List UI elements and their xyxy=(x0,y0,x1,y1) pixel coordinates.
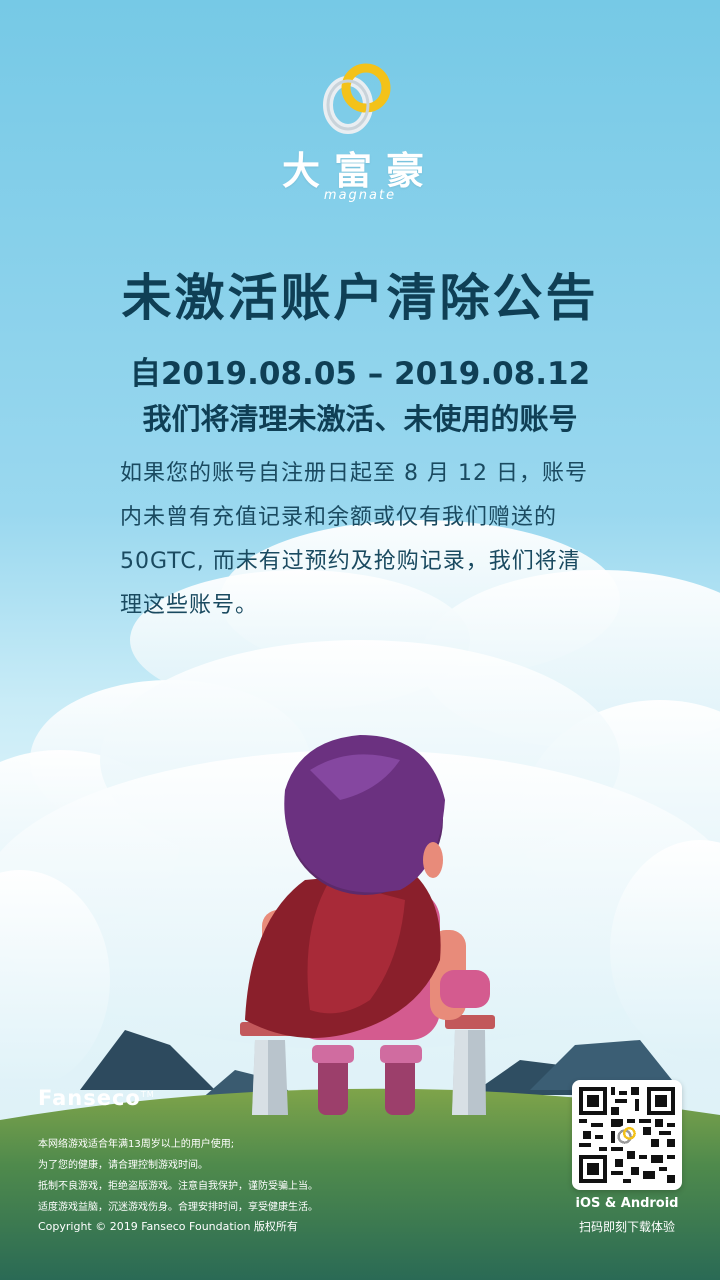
notice-line: 本网络游戏适合年满13周岁以上的用户使用; xyxy=(38,1139,235,1150)
trademark: TM xyxy=(140,1090,155,1099)
page-title: 未激活账户清除公告 xyxy=(121,269,599,327)
brand-name: Fanseco xyxy=(38,1086,141,1110)
health-notice: 本网络游戏适合年满13周岁以上的用户使用; 为了您的健康，请合理控制游戏时间。 … xyxy=(38,1134,398,1218)
logo-ring-icon xyxy=(323,63,391,134)
body-line: 理这些账号。 xyxy=(120,593,259,618)
platform-label: iOS & Android xyxy=(575,1196,679,1211)
subheading: 我们将清理未激活、未使用的账号 xyxy=(142,402,578,436)
logo-title: 大富豪 xyxy=(281,149,438,193)
announcement-body: 如果您的账号自注册日起至 8 月 12 日，账号 内未曾有充值记录和余额或仅有我… xyxy=(120,452,610,628)
copyright: Copyright © 2019 Fanseco Foundation 版权所有 xyxy=(38,1220,298,1233)
download-cta: 扫码即刻下载体验 xyxy=(578,1220,675,1234)
qr-code-icon xyxy=(579,1087,675,1183)
body-line: 50GTC, 而未有过预约及抢购记录，我们将清 xyxy=(120,549,581,574)
notice-line: 适度游戏益脑，沉迷游戏伤身。合理安排时间，享受健康生活。 xyxy=(38,1202,318,1213)
poster: 大富豪 magnate 未激活账户清除公告 自2019.08.05 – 2019… xyxy=(0,0,720,1280)
notice-line: 为了您的健康，请合理控制游戏时间。 xyxy=(38,1160,208,1171)
qr-code[interactable] xyxy=(572,1080,682,1190)
body-line: 内未曾有充值记录和余额或仅有我们赠送的 xyxy=(120,505,558,530)
brand-logo: FansecoTM xyxy=(38,1086,155,1110)
logo-subtitle: magnate xyxy=(323,188,397,203)
notice-line: 抵制不良游戏，拒绝盗版游戏。注意自我保护，谨防受骗上当。 xyxy=(38,1181,318,1192)
body-line: 如果您的账号自注册日起至 8 月 12 日，账号 xyxy=(120,461,588,486)
date-range: 自2019.08.05 – 2019.08.12 xyxy=(129,356,591,392)
